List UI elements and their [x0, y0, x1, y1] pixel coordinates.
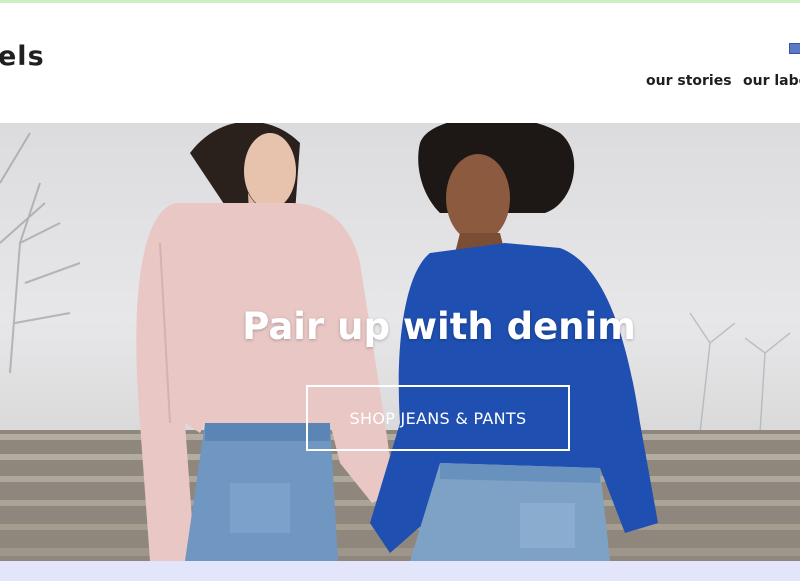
nav-link-our-stories[interactable]: our stories	[646, 73, 732, 89]
nav-link-our-labels[interactable]: our labe	[743, 73, 800, 89]
shop-jeans-pants-button[interactable]: SHOP JEANS & PANTS	[306, 385, 570, 451]
site-header: els our stories our labe	[0, 3, 800, 123]
hero-banner: Pair up with denim SHOP JEANS & PANTS	[0, 123, 800, 561]
language-flag-icon[interactable]	[789, 43, 800, 54]
bottom-section-edge	[0, 561, 800, 581]
brand-logo[interactable]: els	[0, 41, 45, 72]
hero-headline: Pair up with denim	[242, 305, 636, 348]
